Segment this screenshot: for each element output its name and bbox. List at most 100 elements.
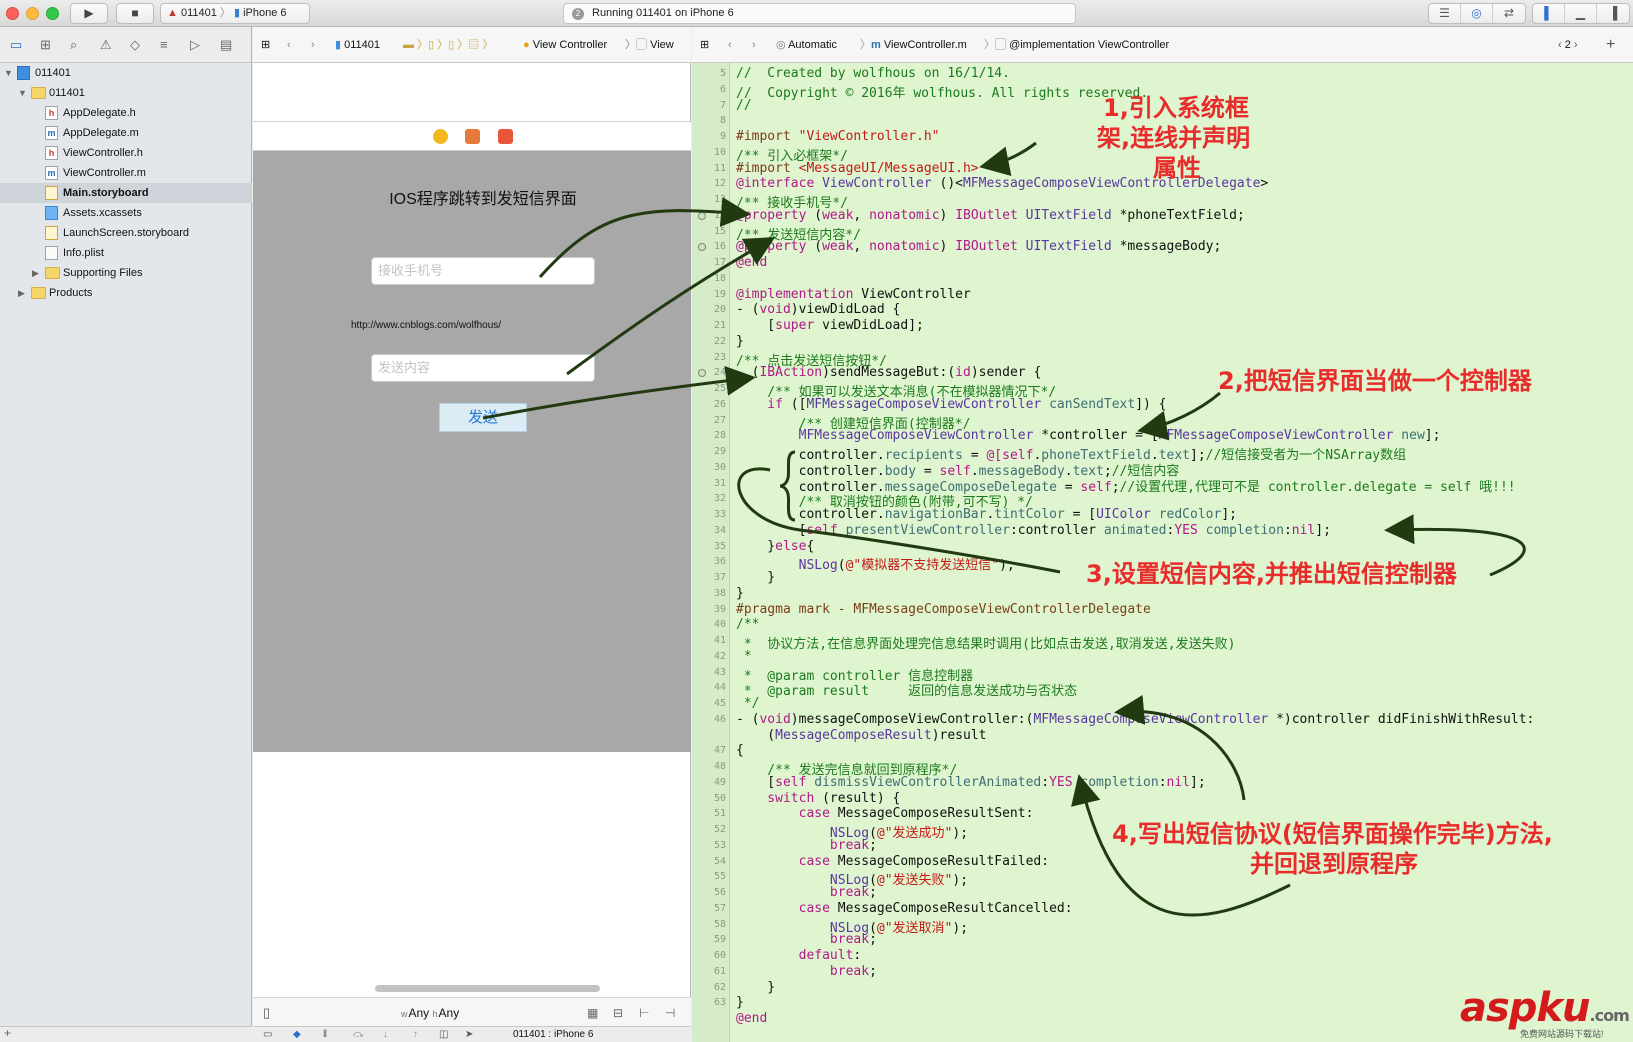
send-button[interactable]: 发送 bbox=[439, 403, 527, 432]
tree-item[interactable]: ▼ 011401 bbox=[0, 63, 252, 83]
line-number: 20 bbox=[713, 304, 726, 316]
tree-item[interactable]: h ViewController.h bbox=[0, 143, 252, 163]
tree-item[interactable]: m ViewController.m bbox=[0, 163, 252, 183]
location-icon[interactable]: ➤ bbox=[465, 1027, 473, 1042]
navigator-filter-bar: + bbox=[0, 1026, 252, 1042]
back-icon[interactable]: ‹ bbox=[287, 27, 291, 62]
jump-automatic[interactable]: ◎ Automatic bbox=[776, 27, 837, 62]
tree-item[interactable]: ▼ 011401 bbox=[0, 83, 252, 103]
stack-icon[interactable]: ▦ bbox=[587, 998, 598, 1028]
tree-item-label: ViewController.m bbox=[63, 167, 146, 179]
hierarchy-icon[interactable]: ⊞ bbox=[40, 37, 51, 53]
zoom-window-button[interactable] bbox=[46, 7, 59, 20]
annotation-step1-line1: 1,引入系统框 bbox=[1103, 94, 1249, 122]
tree-item[interactable]: Info.plist bbox=[0, 243, 252, 263]
line-number: 45 bbox=[713, 698, 726, 709]
toggle-debug-area-icon[interactable]: ▁ bbox=[1565, 4, 1597, 23]
jump-view-controller[interactable]: ● View Controller bbox=[523, 27, 607, 62]
annotation-step4-line1: 4,写出短信协议(短信界面操作完毕)方法, bbox=[1112, 820, 1553, 848]
report-icon[interactable]: ▤ bbox=[220, 37, 232, 53]
canvas-scrollbar[interactable] bbox=[375, 985, 600, 992]
disclosure-open-icon[interactable]: ▼ bbox=[18, 83, 27, 103]
hide-debug-icon[interactable]: ▭ bbox=[263, 1027, 272, 1042]
debug-target-label: 011401 : iPhone 6 bbox=[513, 1029, 594, 1040]
step-out-icon[interactable]: ↑ bbox=[413, 1027, 418, 1042]
issue-count-badge[interactable]: 2 bbox=[572, 8, 584, 20]
code-line: [super viewDidLoad]; bbox=[736, 318, 924, 333]
disclosure-closed-icon[interactable]: ▶ bbox=[18, 283, 25, 303]
related-items-icon[interactable]: ⊞ bbox=[261, 27, 270, 62]
code-line: MFMessageComposeViewController *controll… bbox=[736, 428, 1441, 444]
search-icon[interactable]: ⌕ bbox=[70, 37, 77, 53]
jump-view[interactable]: 〉▢ View bbox=[625, 27, 674, 62]
toggle-utilities-icon[interactable]: ▐ bbox=[1597, 4, 1629, 23]
stop-button[interactable]: ■ bbox=[116, 3, 154, 24]
line-number: 63 bbox=[713, 997, 726, 1009]
align-icon[interactable]: ⊟ bbox=[613, 998, 623, 1028]
jump-folder-icon[interactable]: ▬ 〉▯ 〉▯ 〉▤ 〉 bbox=[403, 27, 493, 62]
step-over-icon[interactable]: ⤼ bbox=[353, 1027, 364, 1042]
view-controller-icon[interactable] bbox=[433, 129, 448, 144]
line-number: 60 bbox=[713, 950, 726, 961]
proj-file-icon bbox=[17, 66, 30, 80]
code-line: break; bbox=[736, 932, 877, 948]
line-number: 15 bbox=[713, 225, 726, 237]
disclosure-closed-icon[interactable]: ▶ bbox=[32, 263, 39, 283]
tree-item[interactable]: ▶ Supporting Files bbox=[0, 263, 252, 283]
resolve-icon[interactable]: ⊣ bbox=[665, 998, 675, 1028]
code-line: controller.navigationBar.tintColor = [UI… bbox=[736, 507, 1237, 522]
tree-item[interactable]: Main.storyboard bbox=[0, 183, 252, 203]
phone-text-field[interactable]: 接收手机号 bbox=[371, 257, 595, 285]
pause-icon[interactable]: ‖ bbox=[323, 1027, 327, 1042]
scheme-selector[interactable]: ▲ 011401 〉 ▮ iPhone 6 bbox=[160, 3, 310, 24]
add-icon[interactable]: + bbox=[4, 1026, 11, 1040]
tree-item[interactable]: m AppDelegate.m bbox=[0, 123, 252, 143]
test-icon[interactable]: ◇ bbox=[130, 37, 140, 53]
forward-icon[interactable]: › bbox=[752, 27, 756, 62]
tree-item[interactable]: LaunchScreen.storyboard bbox=[0, 223, 252, 243]
close-window-button[interactable] bbox=[6, 7, 19, 20]
breakpoint-icon[interactable]: ▷ bbox=[190, 37, 200, 53]
line-number: 10 bbox=[713, 146, 726, 158]
view-debug-icon[interactable]: ◫ bbox=[439, 1027, 448, 1042]
size-class-selector[interactable]: wAny hAny bbox=[401, 998, 459, 1029]
disclosure-open-icon[interactable]: ▼ bbox=[4, 63, 13, 83]
forward-icon[interactable]: › bbox=[311, 27, 315, 62]
standard-editor-icon[interactable]: ☰ bbox=[1429, 4, 1461, 23]
tree-item[interactable]: ▶ Products bbox=[0, 283, 252, 303]
jump-project[interactable]: ▮ 011401 bbox=[335, 27, 380, 62]
xcode-window: ▶ ■ ▲ 011401 〉 ▮ iPhone 6 2 Running 01140… bbox=[0, 0, 1633, 1042]
tree-item[interactable]: Assets.xcassets bbox=[0, 203, 252, 223]
related-items-icon[interactable]: ⊞ bbox=[700, 27, 709, 62]
assistant-editor-icon[interactable]: ◎ bbox=[1461, 4, 1493, 23]
jump-symbol[interactable]: 〉▢ @implementation ViewController bbox=[984, 27, 1169, 62]
toggle-navigator-icon[interactable]: ▌ bbox=[1533, 4, 1565, 23]
code-line: break; bbox=[736, 837, 877, 853]
tree-item[interactable]: h AppDelegate.h bbox=[0, 103, 252, 123]
folder-icon[interactable]: ▭ bbox=[10, 37, 22, 53]
minimize-window-button[interactable] bbox=[26, 7, 39, 20]
exit-icon[interactable] bbox=[498, 129, 513, 144]
warning-icon[interactable]: ⚠ bbox=[100, 37, 112, 53]
debug-icon[interactable]: ≡ bbox=[160, 37, 168, 52]
version-editor-icon[interactable]: ⇄ bbox=[1493, 4, 1525, 23]
line-number: 33 bbox=[713, 509, 726, 520]
m-file-icon: m bbox=[45, 166, 58, 180]
run-button[interactable]: ▶ bbox=[70, 3, 108, 24]
back-icon[interactable]: ‹ bbox=[728, 27, 732, 62]
assistant-counter[interactable]: ‹ 2 › bbox=[1558, 27, 1578, 62]
pin-icon[interactable]: ⊢ bbox=[639, 998, 649, 1028]
jump-file[interactable]: 〉m ViewController.m bbox=[860, 27, 967, 62]
code-line: (MessageComposeResult)result bbox=[736, 727, 987, 743]
add-editor-icon[interactable]: + bbox=[1606, 27, 1615, 62]
document-outline-icon[interactable]: ▯ bbox=[263, 998, 270, 1028]
code-line: // Created by wolfhous on 16/1/14. bbox=[736, 66, 1010, 81]
first-responder-icon[interactable] bbox=[465, 129, 480, 144]
message-body-field[interactable]: 发送内容 bbox=[371, 354, 595, 382]
step-in-icon[interactable]: ↓ bbox=[383, 1027, 388, 1042]
line-number: 36 bbox=[713, 556, 726, 568]
code-area[interactable]: 5 6 7 8 9 10 11 12 13 14 15 16 17 18 19 20 21 22 23 24 25 26 2… bbox=[692, 63, 1633, 1042]
breakpoints-toggle-icon[interactable]: ◆ bbox=[293, 1027, 301, 1042]
connection-circle-icon[interactable] bbox=[698, 211, 706, 220]
code-line: } bbox=[736, 570, 776, 585]
